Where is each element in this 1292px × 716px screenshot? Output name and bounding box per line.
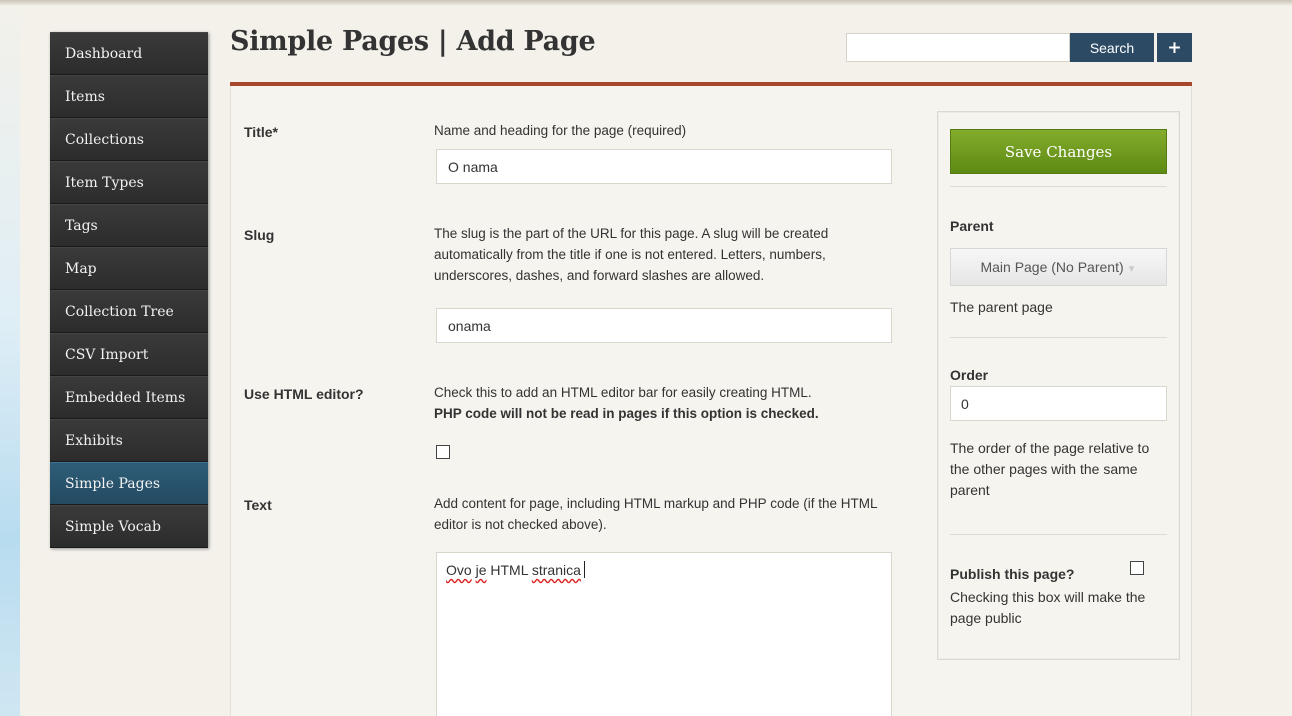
parent-select-value: Main Page (No Parent) — [980, 259, 1124, 275]
text-word: je — [475, 562, 487, 578]
title-input[interactable] — [436, 149, 892, 184]
html-editor-label: Use HTML editor? — [244, 386, 364, 402]
publish-help: Checking this box will make the page pub… — [950, 589, 1146, 626]
slug-input[interactable] — [436, 308, 892, 343]
save-changes-button[interactable]: Save Changes — [950, 129, 1167, 174]
sidebar-nav: Dashboard Items Collections Item Types T… — [50, 32, 208, 548]
sidebar-item-dashboard[interactable]: Dashboard — [50, 32, 208, 75]
slug-label: Slug — [244, 227, 275, 243]
parent-help: The parent page — [950, 299, 1053, 315]
html-editor-description: Check this to add an HTML editor bar for… — [434, 382, 894, 424]
top-border — [0, 0, 1292, 6]
search-button[interactable]: Search — [1070, 33, 1154, 62]
advanced-search-plus-button[interactable]: + — [1157, 33, 1192, 62]
sidebar-item-embedded-items[interactable]: Embedded Items — [50, 376, 208, 419]
chevron-down-icon: ▼ — [1126, 264, 1137, 275]
sidebar-item-tags[interactable]: Tags — [50, 204, 208, 247]
parent-select[interactable]: Main Page (No Parent) ▼ — [950, 248, 1167, 286]
order-input[interactable] — [950, 386, 1167, 421]
title-description: Name and heading for the page (required) — [434, 123, 687, 138]
sidebar-item-items[interactable]: Items — [50, 75, 208, 118]
text-caret — [583, 561, 585, 578]
sidebar-item-item-types[interactable]: Item Types — [50, 161, 208, 204]
order-help: The order of the page relative to the ot… — [950, 440, 1150, 498]
order-label: Order — [950, 367, 989, 383]
html-editor-warning: PHP code will not be read in pages if th… — [434, 406, 819, 421]
sidebar-item-exhibits[interactable]: Exhibits — [50, 419, 208, 462]
page-title: Simple Pages | Add Page — [230, 26, 596, 57]
sidebar-item-simple-vocab[interactable]: Simple Vocab — [50, 505, 208, 548]
sidebar-item-collection-tree[interactable]: Collection Tree — [50, 290, 208, 333]
text-description: Add content for page, including HTML mar… — [434, 496, 877, 532]
publish-checkbox[interactable] — [1130, 561, 1144, 575]
parent-label: Parent — [950, 218, 994, 234]
sidebar-item-simple-pages[interactable]: Simple Pages — [50, 462, 208, 505]
background-edge — [0, 0, 20, 716]
slug-description: The slug is the part of the URL for this… — [434, 226, 829, 283]
panel-divider — [950, 337, 1167, 338]
panel-divider — [950, 534, 1167, 535]
panel-divider — [950, 186, 1167, 187]
text-content-textarea[interactable]: Ovo je HTML stranica — [436, 552, 892, 716]
text-label: Text — [244, 497, 272, 513]
text-word: HTML — [490, 562, 528, 578]
sidebar-item-map[interactable]: Map — [50, 247, 208, 290]
text-word: stranica — [531, 562, 581, 578]
publish-label: Publish this page? — [950, 566, 1075, 582]
search-input[interactable] — [846, 33, 1070, 62]
save-panel: Save Changes Parent Main Page (No Parent… — [937, 111, 1180, 660]
title-label: Title* — [244, 124, 278, 140]
html-editor-description-text: Check this to add an HTML editor bar for… — [434, 385, 812, 400]
sidebar-item-collections[interactable]: Collections — [50, 118, 208, 161]
sidebar-item-csv-import[interactable]: CSV Import — [50, 333, 208, 376]
text-word: Ovo — [446, 562, 472, 578]
html-editor-checkbox[interactable] — [436, 445, 450, 459]
